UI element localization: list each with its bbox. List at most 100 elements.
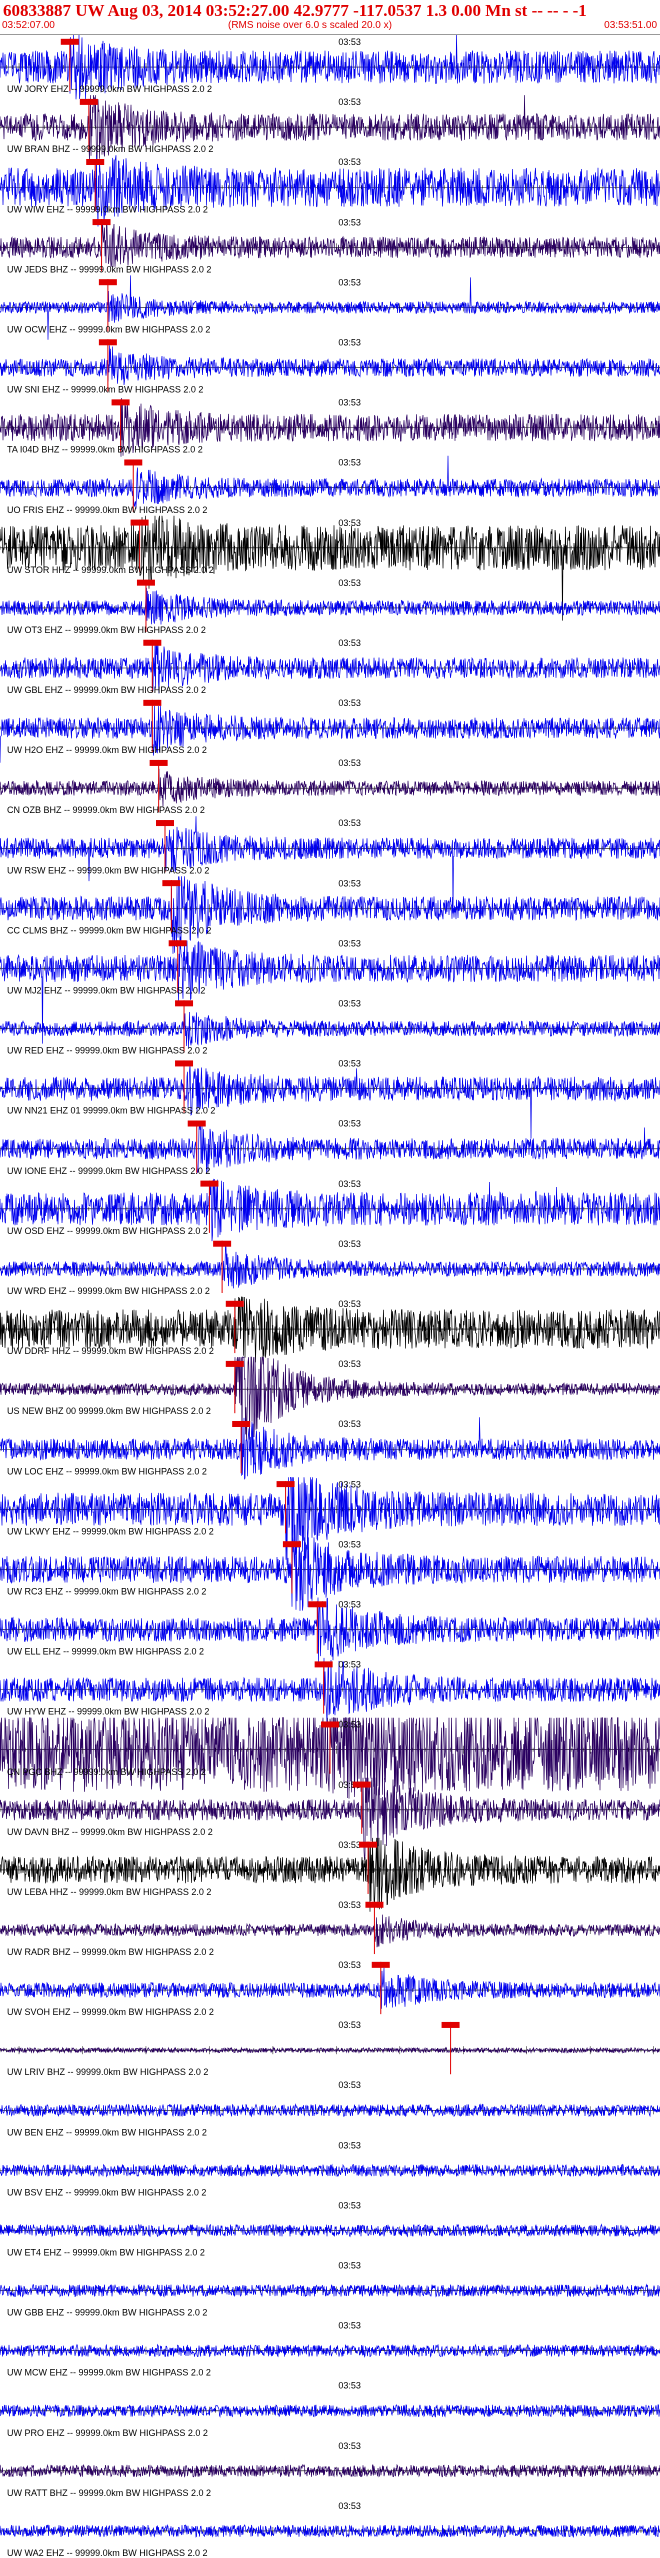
- waveform: [0, 220, 660, 268]
- trace-8: 03:53 UW STOR HHZ -- 99999.0km BW HIGHPAS…: [0, 515, 660, 621]
- minute-tick-label: 03:53: [338, 1359, 361, 1369]
- minute-tick-label: 03:53: [338, 1299, 361, 1309]
- station-label: TA I04D BHZ -- 99999.0km BW HIGHPASS 2.0…: [7, 445, 203, 455]
- event-title: 60833887 UW Aug 03, 2014 03:52:27.00 42.…: [3, 1, 587, 20]
- trace-19: 03:53 UW OSD EHZ -- 99999.0km BW HIGHPASS…: [0, 1178, 660, 1242]
- waveform: [0, 1537, 660, 1611]
- minute-tick-label: 03:53: [338, 1720, 361, 1730]
- station-label: UW JORY EHZ -- 99999.0km BW HIGHPASS 2.0…: [7, 84, 212, 94]
- station-label: UW RADR BHZ -- 99999.0km BW HIGHPASS 2.0…: [7, 1947, 214, 1957]
- waveform: [0, 455, 660, 509]
- station-label: UW MCW EHZ -- 99999.0km BW HIGHPASS 2.0 …: [7, 2368, 211, 2378]
- scale-note-label: (RMS noise over 6.0 s scaled 20.0 x): [228, 20, 392, 31]
- station-label: UW WIW EHZ -- 99999.0km BW HIGHPASS 2.0 …: [7, 204, 208, 214]
- trace-34: 03:53 UW BEN EHZ -- 99999.0km BW HIGHPASS…: [0, 2080, 660, 2137]
- trace-9: 03:53 UW OT3 EHZ -- 99999.0km BW HIGHPASS…: [0, 578, 660, 635]
- minute-tick-label: 03:53: [338, 2321, 361, 2331]
- trace-21: 03:53 UW DDRF HHZ -- 99999.0km BW HIGHPAS…: [0, 1296, 660, 1363]
- station-label: UW SVOH EHZ -- 99999.0km BW HIGHPASS 2.0…: [7, 2007, 214, 2017]
- minute-tick-label: 03:53: [338, 2501, 361, 2511]
- trace-10: 03:53 UW GBL EHZ -- 99999.0km BW HIGHPASS…: [0, 638, 660, 695]
- minute-tick-label: 03:53: [338, 337, 361, 347]
- minute-tick-label: 03:53: [338, 1539, 361, 1549]
- minute-tick-label: 03:53: [338, 277, 361, 287]
- station-label: UO FRIS EHZ -- 99999.0km BW HIGHPASS 2.0…: [7, 505, 207, 515]
- trace-33: 03:53 UW LRIV BHZ -- 99999.0km BW HIGHPAS…: [0, 2020, 660, 2077]
- waveform: [0, 1245, 660, 1289]
- minute-tick-label: 03:53: [338, 157, 361, 167]
- waveform: [0, 155, 660, 227]
- minute-tick-label: 03:53: [338, 2020, 361, 2030]
- station-label: UW WA2 EHZ -- 99999.0km BW HIGHPASS 2.0 …: [7, 2548, 208, 2558]
- minute-tick-label: 03:53: [338, 758, 361, 768]
- minute-tick-label: 03:53: [338, 1059, 361, 1069]
- station-label: UW ET4 EHZ -- 99999.0km BW HIGHPASS 2.0 …: [7, 2248, 205, 2258]
- minute-tick-label: 03:53: [338, 1840, 361, 1850]
- trace-28: 03:53 CN PGC BHZ -- 99999.0km BW HIGHPASS…: [0, 1717, 660, 1799]
- station-label: UW ELL EHZ -- 99999.0km BW HIGHPASS 2.0 …: [7, 1647, 204, 1657]
- station-label: UW OSD EHZ -- 99999.0km BW HIGHPASS 2.0 …: [7, 1226, 208, 1236]
- station-label: UW GBB EHZ -- 99999.0km BW HIGHPASS 2.0 …: [7, 2308, 207, 2318]
- station-label: UW MJ2 EHZ -- 99999.0km BW HIGHPASS 2.0 …: [7, 986, 205, 996]
- trace-38: 03:53 UW MCW EHZ -- 99999.0km BW HIGHPASS…: [0, 2321, 660, 2378]
- trace-11: 03:53 UW H2O EHZ -- 99999.0km BW HIGHPASS…: [0, 698, 660, 763]
- station-label: UW OT3 EHZ -- 99999.0km BW HIGHPASS 2.0 …: [7, 625, 206, 635]
- trace-41: 03:53 UW WA2 EHZ -- 99999.0km BW HIGHPASS…: [0, 2501, 660, 2558]
- station-label: UW LOC EHZ -- 99999.0km BW HIGHPASS 2.0 …: [7, 1466, 207, 1476]
- trace-7: 03:53 UO FRIS EHZ -- 99999.0km BW HIGHPAS…: [0, 455, 660, 515]
- station-label: UW HYW EHZ -- 99999.0km BW HIGHPASS 2.0 …: [7, 1707, 209, 1717]
- station-label: UW DDRF HHZ -- 99999.0km BW HIGHPASS 2.0…: [7, 1346, 214, 1356]
- station-label: UW RATT BHZ -- 99999.0km BW HIGHPASS 2.0…: [7, 2488, 211, 2498]
- station-label: UW IONE EHZ -- 99999.0km BW HIGHPASS 2.0…: [7, 1166, 210, 1176]
- minute-tick-label: 03:53: [338, 217, 361, 227]
- minute-tick-label: 03:53: [338, 2200, 361, 2210]
- station-label: UW H2O EHZ -- 99999.0km BW HIGHPASS 2.0 …: [7, 745, 207, 755]
- minute-tick-label: 03:53: [338, 2441, 361, 2451]
- station-label: UW NN21 EHZ 01 99999.0km BW HIGHPASS 2.0…: [7, 1106, 215, 1116]
- minute-tick-label: 03:53: [338, 2080, 361, 2090]
- trace-29: 03:53 UW DAVN BHZ -- 99999.0km BW HIGHPAS…: [0, 1777, 660, 1860]
- minute-tick-label: 03:53: [338, 518, 361, 528]
- minute-tick-label: 03:53: [338, 1599, 361, 1609]
- waveform: [0, 1837, 660, 1912]
- station-label: UW LKWY EHZ -- 99999.0km BW HIGHPASS 2.0…: [7, 1526, 214, 1536]
- minute-tick-label: 03:53: [338, 638, 361, 648]
- trace-20: 03:53 UW WRD EHZ -- 99999.0km BW HIGHPASS…: [0, 1239, 660, 1296]
- minute-tick-label: 03:53: [338, 938, 361, 948]
- trace-12: 03:53 CN OZB BHZ -- 99999.0km BW HIGHPASS…: [0, 758, 660, 815]
- waveform: [0, 345, 660, 386]
- trace-1: 03:53 UW BRAN BHZ -- 99999.0km BW HIGHPAS…: [0, 95, 660, 162]
- station-label: UW JEDS BHZ -- 99999.0km BW HIGHPASS 2.0…: [7, 264, 211, 274]
- station-label: UW RSW EHZ -- 99999.0km BW HIGHPASS 2.0 …: [7, 865, 209, 875]
- trace-24: 03:53 UW LKWY EHZ -- 99999.0km BW HIGHPAS…: [0, 1476, 660, 1565]
- station-label: UW RC3 EHZ -- 99999.0km BW HIGHPASS 2.0 …: [7, 1586, 206, 1596]
- trace-30: 03:53 UW LEBA HHZ -- 99999.0km BW HIGHPAS…: [0, 1837, 660, 1912]
- minute-tick-label: 03:53: [338, 1419, 361, 1429]
- trace-13: 03:53 UW RSW EHZ -- 99999.0km BW HIGHPASS…: [0, 816, 660, 914]
- end-time-label: 03:53:51.00: [604, 20, 657, 31]
- station-label: UW PRO EHZ -- 99999.0km BW HIGHPASS 2.0 …: [7, 2428, 208, 2438]
- station-label: CC CLMS BHZ -- 99999.0km BW HIGHPASS 2.0…: [7, 925, 211, 935]
- trace-4: 03:53 UW OCW EHZ -- 99999.0km BW HIGHPASS…: [0, 275, 660, 340]
- minute-tick-label: 03:53: [338, 1960, 361, 1970]
- trace-31: 03:53 UW RADR BHZ -- 99999.0km BW HIGHPAS…: [0, 1900, 660, 1957]
- station-label: UW RED EHZ -- 99999.0km BW HIGHPASS 2.0 …: [7, 1046, 207, 1056]
- seismogram-page: 60833887 UW Aug 03, 2014 03:52:27.00 42.…: [0, 0, 660, 2558]
- trace-18: 03:53 UW IONE EHZ -- 99999.0km BW HIGHPAS…: [0, 1119, 660, 1176]
- station-label: UW BEN EHZ -- 99999.0km BW HIGHPASS 2.0 …: [7, 2127, 207, 2137]
- waveform: [0, 876, 660, 954]
- minute-tick-label: 03:53: [338, 2381, 361, 2391]
- station-label: CN PGC BHZ -- 99999.0km BW HIGHPASS 2.0 …: [7, 1767, 206, 1777]
- station-label: UW BRAN BHZ -- 99999.0km BW HIGHPASS 2.0…: [7, 144, 213, 154]
- station-label: UW STOR HHZ -- 99999.0km BW HIGHPASS 2.0…: [7, 565, 214, 575]
- trace-16: 03:53 UW RED EHZ -- 99999.0km BW HIGHPASS…: [0, 999, 660, 1056]
- minute-tick-label: 03:53: [338, 1179, 361, 1189]
- minute-tick-label: 03:53: [338, 1119, 361, 1129]
- waveform: [0, 1011, 660, 1048]
- trace-2: 03:53 UW WIW EHZ -- 99999.0km BW HIGHPASS…: [0, 155, 660, 227]
- trace-17: 03:53 UW NN21 EHZ 01 99999.0km BW HIGHPAS…: [0, 1059, 660, 1139]
- trace-23: 03:53 UW LOC EHZ -- 99999.0km BW HIGHPASS…: [0, 1417, 660, 1480]
- start-time-label: 03:52:07.00: [2, 20, 55, 31]
- trace-25: 03:53 UW RC3 EHZ -- 99999.0km BW HIGHPASS…: [0, 1537, 660, 1611]
- station-label: UW LRIV BHZ -- 99999.0km BW HIGHPASS 2.0…: [7, 2067, 208, 2077]
